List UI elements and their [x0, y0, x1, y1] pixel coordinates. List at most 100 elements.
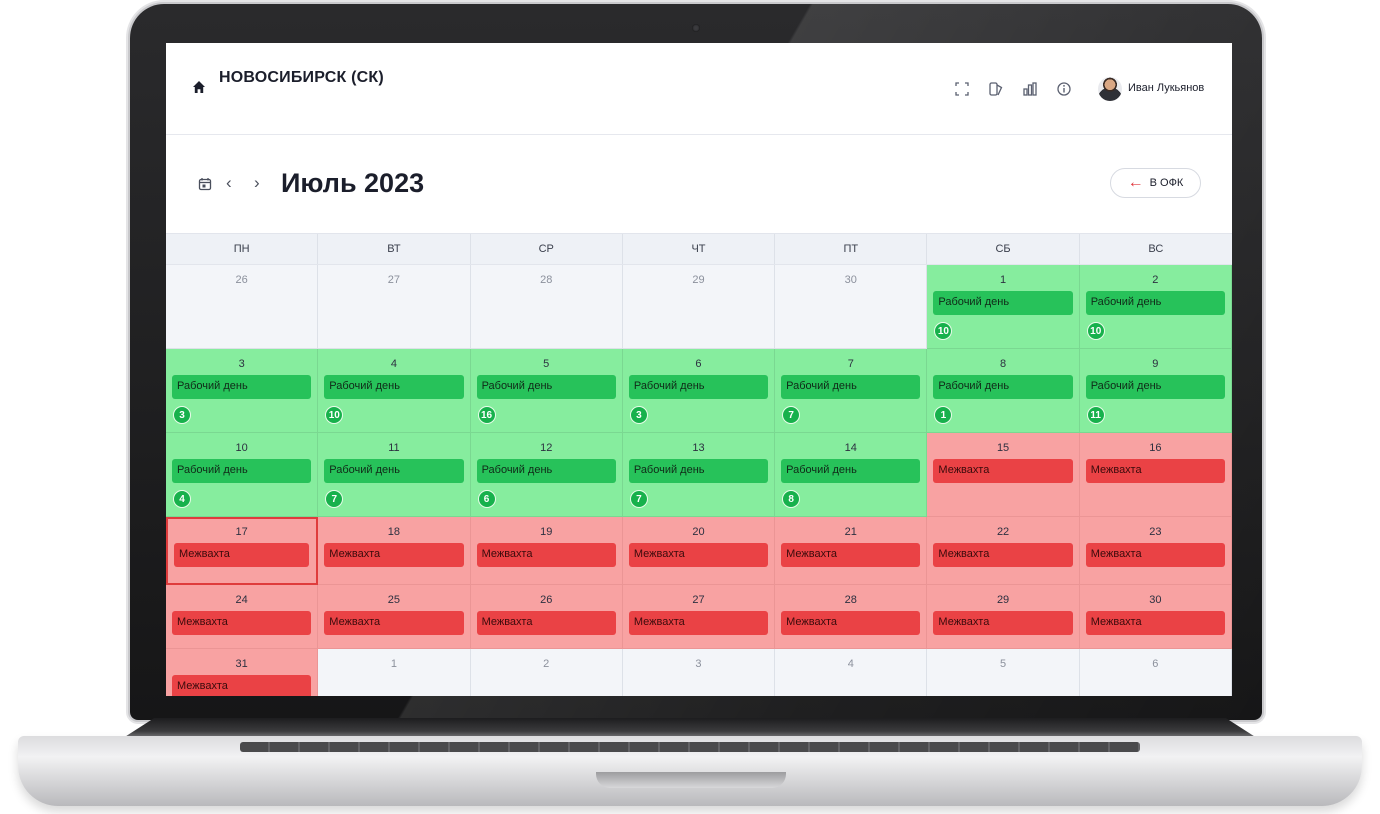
calendar-day-cell[interactable]: 1: [318, 649, 471, 696]
calendar-day-cell[interactable]: 5: [927, 649, 1080, 696]
calendar-day-cell[interactable]: 16 Межвахта: [1079, 433, 1232, 517]
calendar-day-cell[interactable]: 8 Рабочий день 1: [927, 349, 1080, 433]
info-icon[interactable]: [1056, 81, 1072, 97]
rotation-break-event[interactable]: Межвахта: [324, 543, 464, 567]
count-badge: 10: [325, 406, 344, 424]
rotation-break-event[interactable]: Межвахта: [174, 543, 310, 567]
calendar-day-cell[interactable]: 12 Рабочий день 6: [470, 433, 623, 517]
user-name[interactable]: Иван Лукьянов: [1128, 82, 1204, 94]
next-month-button[interactable]: ›: [254, 173, 260, 193]
calendar-day-cell[interactable]: 6: [1079, 649, 1232, 696]
work-day-event[interactable]: Рабочий день: [1085, 291, 1225, 315]
work-day-event[interactable]: Рабочий день: [933, 375, 1073, 399]
calendar-day-cell[interactable]: 29: [622, 265, 776, 349]
rotation-break-event[interactable]: Межвахта: [476, 543, 616, 567]
rotation-break-event[interactable]: Межвахта: [933, 459, 1073, 483]
calendar-day-cell[interactable]: 25 Межвахта: [318, 585, 471, 649]
rotation-break-event[interactable]: Межвахта: [933, 543, 1073, 567]
calendar-day-cell[interactable]: 26 Межвахта: [470, 585, 623, 649]
rotation-break-event[interactable]: Межвахта: [476, 611, 616, 635]
count-badge: 11: [1086, 406, 1105, 424]
day-number: 28: [540, 274, 553, 286]
chart-icon[interactable]: [1022, 81, 1038, 97]
rotation-break-event[interactable]: Межвахта: [628, 543, 769, 567]
calendar-day-cell[interactable]: 13 Рабочий день 7: [622, 433, 776, 517]
work-day-event[interactable]: Рабочий день: [476, 459, 616, 483]
calendar-day-cell[interactable]: 3 Рабочий день 3: [166, 349, 319, 433]
work-day-event[interactable]: Рабочий день: [172, 375, 312, 399]
calendar-day-cell[interactable]: 29 Межвахта: [927, 585, 1080, 649]
calendar-day-cell[interactable]: 18 Межвахта: [318, 517, 471, 585]
day-number: 16: [1149, 442, 1162, 454]
rotation-break-event[interactable]: Межвахта: [933, 611, 1073, 635]
calendar-icon[interactable]: [198, 177, 212, 191]
laptop-notch: [596, 772, 786, 788]
calendar-day-cell[interactable]: 30 Межвахта: [1079, 585, 1232, 649]
work-day-event[interactable]: Рабочий день: [933, 291, 1073, 315]
calendar-day-cell[interactable]: 4: [775, 649, 928, 696]
work-day-event[interactable]: Рабочий день: [781, 459, 921, 483]
calendar-day-cell[interactable]: 9 Рабочий день 11: [1079, 349, 1232, 433]
calendar-day-cell[interactable]: 6 Рабочий день 3: [622, 349, 776, 433]
calendar-day-cell[interactable]: 19 Межвахта: [470, 517, 623, 585]
calendar-day-cell[interactable]: 27 Межвахта: [622, 585, 776, 649]
day-number: 22: [996, 526, 1010, 538]
calendar-day-cell[interactable]: 5 Рабочий день 16: [470, 349, 623, 433]
day-number: 4: [390, 358, 397, 370]
layers-icon[interactable]: [988, 81, 1004, 97]
rotation-break-event[interactable]: Межвахта: [324, 611, 464, 635]
calendar-day-cell[interactable]: 2: [470, 649, 623, 696]
work-day-event[interactable]: Рабочий день: [324, 459, 464, 483]
calendar-day-cell[interactable]: 2 Рабочий день 10: [1079, 265, 1232, 349]
rotation-break-event[interactable]: Межвахта: [172, 675, 312, 696]
weekday-label: ПН: [166, 234, 319, 264]
calendar-day-cell[interactable]: 23 Межвахта: [1079, 517, 1232, 585]
work-day-event[interactable]: Рабочий день: [172, 459, 312, 483]
calendar-day-cell[interactable]: 17 Межвахта: [166, 517, 319, 585]
calendar-day-cell[interactable]: 24 Межвахта: [166, 585, 319, 649]
fullscreen-icon[interactable]: [954, 81, 970, 97]
work-day-event[interactable]: Рабочий день: [628, 375, 769, 399]
avatar[interactable]: [1098, 77, 1122, 101]
rotation-break-event[interactable]: Межвахта: [628, 611, 769, 635]
day-number: 26: [540, 594, 553, 606]
rotation-break-event[interactable]: Межвахта: [172, 611, 312, 635]
count-badge: 3: [173, 406, 191, 424]
calendar-day-cell[interactable]: 21 Межвахта: [775, 517, 928, 585]
calendar-day-cell[interactable]: 22 Межвахта: [927, 517, 1080, 585]
work-day-event[interactable]: Рабочий день: [324, 375, 464, 399]
day-number: 6: [695, 358, 702, 370]
calendar-day-cell[interactable]: 3: [622, 649, 776, 696]
calendar-day-cell[interactable]: 15 Межвахта: [927, 433, 1080, 517]
calendar-day-cell[interactable]: 1 Рабочий день 10: [927, 265, 1080, 349]
day-number: 25: [387, 594, 401, 606]
calendar-day-cell[interactable]: 27: [318, 265, 471, 349]
back-to-ofk-button[interactable]: ← В ОФК: [1110, 168, 1201, 198]
calendar-day-cell[interactable]: 26: [166, 265, 319, 349]
calendar-day-cell[interactable]: 28: [470, 265, 623, 349]
prev-month-button[interactable]: ‹: [226, 173, 232, 193]
calendar-day-cell[interactable]: 30: [775, 265, 928, 349]
rotation-break-event[interactable]: Межвахта: [781, 543, 921, 567]
calendar-day-cell[interactable]: 31 Межвахта: [166, 649, 319, 696]
home-icon[interactable]: [192, 80, 206, 94]
day-number: 18: [387, 526, 401, 538]
calendar-day-cell[interactable]: 14 Рабочий день 8: [775, 433, 928, 517]
work-day-event[interactable]: Рабочий день: [781, 375, 921, 399]
rotation-break-event[interactable]: Межвахта: [781, 611, 921, 635]
back-button-label: В ОФК: [1149, 177, 1184, 189]
calendar-day-cell[interactable]: 4 Рабочий день 10: [318, 349, 471, 433]
rotation-break-event[interactable]: Межвахта: [1085, 611, 1225, 635]
rotation-break-event[interactable]: Межвахта: [1085, 543, 1225, 567]
day-number: 3: [695, 658, 702, 670]
calendar-day-cell[interactable]: 28 Межвахта: [775, 585, 928, 649]
work-day-event[interactable]: Рабочий день: [628, 459, 769, 483]
rotation-break-event[interactable]: Межвахта: [1085, 459, 1225, 483]
calendar-day-cell[interactable]: 7 Рабочий день 7: [775, 349, 928, 433]
count-badge: 16: [477, 406, 496, 424]
calendar-day-cell[interactable]: 11 Рабочий день 7: [318, 433, 471, 517]
work-day-event[interactable]: Рабочий день: [1085, 375, 1225, 399]
work-day-event[interactable]: Рабочий день: [476, 375, 616, 399]
calendar-day-cell[interactable]: 20 Межвахта: [622, 517, 776, 585]
calendar-day-cell[interactable]: 10 Рабочий день 4: [166, 433, 319, 517]
